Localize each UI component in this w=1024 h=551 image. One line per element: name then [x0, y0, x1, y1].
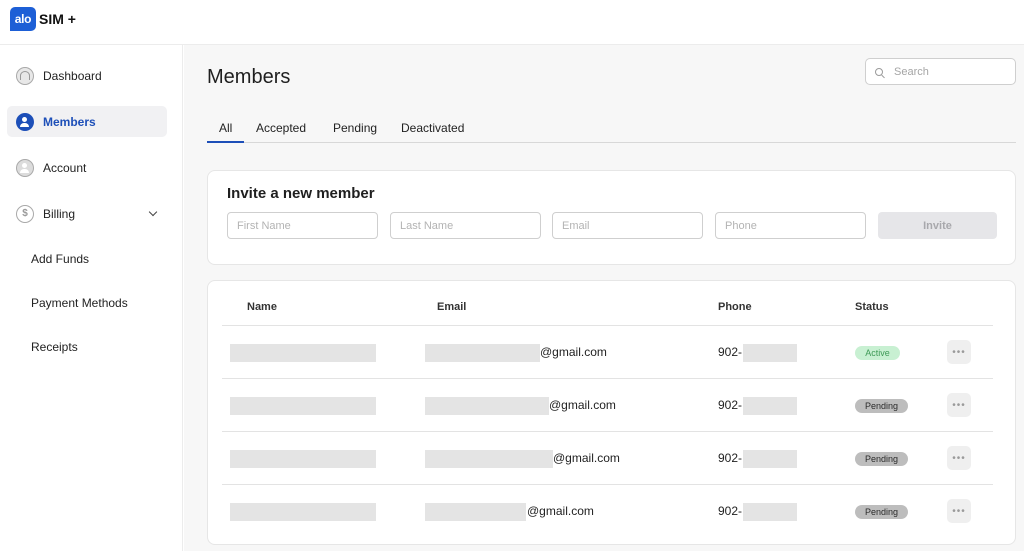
- redacted-name: [230, 344, 376, 362]
- email-field[interactable]: [552, 212, 703, 239]
- sidebar-item-label: Members: [43, 114, 96, 129]
- email-suffix: @gmail.com: [527, 504, 594, 518]
- column-header-email[interactable]: Email: [437, 301, 466, 313]
- sidebar-item-label: Account: [43, 160, 87, 175]
- members-table: Name Email Phone Status @gmail.com 902- …: [207, 280, 1016, 545]
- more-options-button[interactable]: •••: [947, 393, 971, 417]
- sidebar-item-members[interactable]: Members: [7, 106, 167, 137]
- sidebar-subitem-add-funds[interactable]: Add Funds: [31, 252, 89, 266]
- invite-title: Invite a new member: [227, 185, 375, 202]
- status-badge: Pending: [855, 452, 908, 466]
- table-row[interactable]: @gmail.com 902- Pending •••: [222, 378, 993, 431]
- user-icon: [16, 112, 34, 131]
- chevron-down-icon[interactable]: [148, 207, 158, 217]
- column-header-name[interactable]: Name: [247, 301, 277, 313]
- logo-badge: alo: [10, 7, 36, 31]
- status-badge: Pending: [855, 505, 908, 519]
- redacted-email: [425, 344, 540, 362]
- table-row[interactable]: @gmail.com 902- Active •••: [222, 325, 993, 378]
- sidebar-item-dashboard[interactable]: Dashboard: [7, 60, 167, 91]
- redacted-phone: [743, 503, 797, 521]
- redacted-name: [230, 503, 376, 521]
- phone-prefix: 902-: [718, 504, 743, 518]
- tab-all[interactable]: All: [207, 121, 245, 143]
- tab-deactivated[interactable]: Deactivated: [401, 121, 464, 143]
- redacted-name: [230, 397, 376, 415]
- redacted-phone: [743, 344, 797, 362]
- sidebar-item-billing[interactable]: $ Billing: [7, 198, 167, 229]
- email-suffix: @gmail.com: [553, 451, 620, 465]
- dollar-icon: $: [16, 204, 34, 223]
- phone-prefix: 902-: [718, 398, 743, 412]
- more-options-button[interactable]: •••: [947, 446, 971, 470]
- redacted-phone: [743, 450, 797, 468]
- brand-logo[interactable]: alo SIM +: [10, 7, 76, 31]
- phone-prefix: 902-: [718, 451, 743, 465]
- user-icon: [16, 158, 34, 177]
- column-header-status[interactable]: Status: [855, 301, 889, 313]
- tab-pending[interactable]: Pending: [333, 121, 377, 143]
- more-options-button[interactable]: •••: [947, 499, 971, 523]
- sidebar-subitem-payment-methods[interactable]: Payment Methods: [31, 296, 128, 310]
- first-name-field[interactable]: [227, 212, 378, 239]
- sidebar-item-label: Dashboard: [43, 68, 102, 83]
- main-content: Members All Accepted Pending Deactivated…: [184, 45, 1024, 551]
- table-row[interactable]: @gmail.com 902- Pending •••: [222, 431, 993, 484]
- more-options-button[interactable]: •••: [947, 340, 971, 364]
- tab-bar: All Accepted Pending Deactivated: [207, 120, 1016, 143]
- tab-accepted[interactable]: Accepted: [256, 121, 306, 143]
- redacted-email: [425, 450, 553, 468]
- column-header-phone[interactable]: Phone: [718, 301, 752, 313]
- search-input[interactable]: [894, 65, 1004, 78]
- page-title: Members: [207, 66, 291, 88]
- top-bar: alo SIM +: [0, 0, 1024, 45]
- email-suffix: @gmail.com: [540, 345, 607, 359]
- search-box[interactable]: [865, 58, 1016, 85]
- phone-prefix: 902-: [718, 345, 743, 359]
- phone-field[interactable]: [715, 212, 866, 239]
- sidebar-item-label: Billing: [43, 206, 76, 221]
- sidebar-subitem-receipts[interactable]: Receipts: [31, 340, 78, 354]
- logo-text: SIM +: [39, 11, 76, 27]
- redacted-phone: [743, 397, 797, 415]
- redacted-email: [425, 397, 549, 415]
- sidebar: Dashboard Members Account $ Billing Add …: [0, 45, 183, 551]
- search-icon: [875, 67, 883, 76]
- invite-button[interactable]: Invite: [878, 212, 997, 239]
- status-badge: Active: [855, 346, 900, 360]
- status-badge: Pending: [855, 399, 908, 413]
- sidebar-item-account[interactable]: Account: [7, 152, 167, 183]
- email-suffix: @gmail.com: [549, 398, 616, 412]
- invite-card: Invite a new member Invite: [207, 170, 1016, 265]
- redacted-email: [425, 503, 526, 521]
- last-name-field[interactable]: [390, 212, 541, 239]
- dashboard-icon: [16, 66, 34, 85]
- redacted-name: [230, 450, 376, 468]
- table-row[interactable]: @gmail.com 902- Pending •••: [222, 484, 993, 537]
